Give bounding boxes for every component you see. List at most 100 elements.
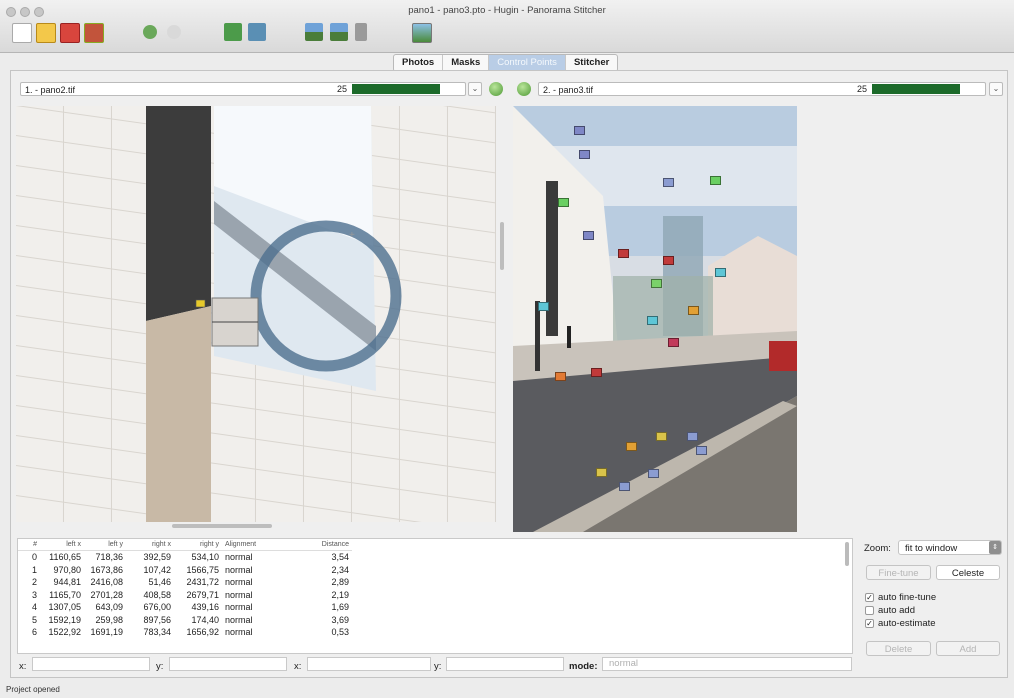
col-right-x[interactable]: right x [126, 539, 174, 551]
fast-preview-icon[interactable] [330, 23, 348, 41]
cell: normal [225, 577, 253, 588]
cell: 51,46 [148, 577, 171, 588]
images-icon[interactable] [248, 23, 266, 41]
zoom-value: fit to window [905, 543, 958, 554]
zoom-select[interactable]: fit to window ⇕ [898, 540, 1002, 555]
cell: 5 [31, 614, 37, 625]
tab-photos[interactable]: Photos [394, 55, 444, 71]
save-as-icon[interactable] [84, 23, 104, 43]
cell: 1656,92 [186, 627, 219, 638]
cell: 1522,92 [48, 627, 81, 638]
right-dropdown-button[interactable]: ⌄ [989, 82, 1003, 96]
cell: 2,89 [331, 577, 349, 588]
delete-button[interactable]: Delete [866, 641, 931, 656]
left-photo: + [16, 106, 496, 522]
col-alignment[interactable]: Alignment [222, 539, 304, 551]
cell: 0,53 [331, 627, 349, 638]
right-y-input[interactable] [446, 657, 564, 671]
col-distance[interactable]: Distance [304, 539, 352, 551]
new-project-icon[interactable] [12, 23, 32, 43]
left-x-label: x: [19, 661, 27, 672]
cell: 1165,70 [49, 589, 81, 600]
col-left-y[interactable]: left y [84, 539, 126, 551]
cell: 2,34 [331, 564, 349, 575]
left-x-input[interactable] [32, 657, 150, 671]
cell: 534,10 [191, 552, 219, 563]
table-row[interactable]: 2 944,81 2416,08 51,46 2431,72 normal 2,… [18, 576, 352, 589]
add-button[interactable]: Add [936, 641, 1000, 656]
layout-icon[interactable] [355, 23, 367, 41]
assistant-icon[interactable] [224, 23, 242, 41]
control-point-table[interactable]: # left x left y right x right y Alignmen… [17, 538, 853, 654]
right-image-view[interactable] [513, 106, 797, 532]
table-header-row: # left x left y right x right y Alignmen… [18, 539, 352, 551]
fine-tune-button[interactable]: Fine-tune [866, 565, 931, 580]
cell: 944,81 [53, 577, 81, 588]
table-row[interactable]: 4 1307,05 643,09 676,00 439,16 normal 1,… [18, 601, 352, 614]
mode-select[interactable]: normal [602, 657, 852, 671]
tab-stitcher[interactable]: Stitcher [566, 55, 617, 71]
auto-fine-tune-checkbox[interactable]: ✓ [865, 593, 874, 602]
cell: 1 [31, 564, 37, 575]
table-row[interactable]: 3 1165,70 2701,28 408,58 2679,71 normal … [18, 589, 352, 602]
svg-text:+: + [349, 230, 355, 241]
cell: 3,54 [331, 552, 349, 563]
window-title: pano1 - pano3.pto - Hugin - Panorama Sti… [408, 5, 606, 16]
cell: normal [225, 627, 253, 638]
next-image-button[interactable] [517, 82, 531, 96]
vertical-scrollbar[interactable] [500, 222, 504, 270]
cell: 1566,75 [186, 564, 219, 575]
title-bar: pano1 - pano3.pto - Hugin - Panorama Sti… [0, 0, 1014, 53]
col-index[interactable]: # [18, 539, 40, 551]
table-row[interactable]: 6 1522,92 1691,19 783,34 1656,92 normal … [18, 626, 352, 639]
cell: 1,69 [331, 602, 349, 613]
cell: 107,42 [143, 564, 171, 575]
right-x-input[interactable] [307, 657, 431, 671]
left-y-label: y: [156, 661, 164, 672]
tab-control-points[interactable]: Control Points [489, 55, 566, 71]
cell: 0 [31, 552, 37, 563]
cell: 2679,71 [186, 589, 219, 600]
cell: normal [225, 589, 253, 600]
col-left-x[interactable]: left x [40, 539, 84, 551]
table-row[interactable]: 5 1592,19 259,98 897,56 174,40 normal 3,… [18, 614, 352, 627]
previous-image-button[interactable] [489, 82, 503, 96]
horizontal-scrollbar[interactable] [172, 524, 272, 528]
auto-estimate-checkbox[interactable]: ✓ [865, 619, 874, 628]
cell: 3 [31, 589, 37, 600]
table-row[interactable]: 0 1160,65 718,36 392,59 534,10 normal 3,… [18, 551, 352, 564]
left-dropdown-button[interactable]: ⌄ [468, 82, 482, 96]
cell: 1592,19 [48, 614, 81, 625]
preview-icon[interactable] [305, 23, 323, 41]
status-bar-text: Project opened [6, 685, 60, 694]
chevron-updown-icon: ⇕ [989, 541, 1001, 554]
redo-icon[interactable] [167, 25, 181, 39]
cell: 643,09 [95, 602, 123, 613]
cell: 4 [31, 602, 37, 613]
delete-celeste-button[interactable]: Celeste [936, 565, 1000, 580]
cell: 970,80 [53, 564, 81, 575]
cell: 3,69 [331, 614, 349, 625]
right-y-label: y: [434, 661, 442, 672]
undo-icon[interactable] [143, 25, 157, 39]
cell: normal [225, 552, 253, 563]
cell: 1691,19 [90, 627, 123, 638]
cell: 2701,28 [90, 589, 123, 600]
save-icon[interactable] [60, 23, 80, 43]
cell: 392,59 [143, 552, 171, 563]
left-y-input[interactable] [169, 657, 287, 671]
right-x-label: x: [294, 661, 302, 672]
cell: normal [225, 602, 253, 613]
table-scrollbar[interactable] [845, 542, 849, 566]
left-image-view[interactable]: + [16, 106, 496, 522]
table-row[interactable]: 1 970,80 1673,86 107,42 1566,75 normal 2… [18, 564, 352, 577]
auto-add-checkbox[interactable] [865, 606, 874, 615]
open-project-icon[interactable] [36, 23, 56, 43]
mode-value: normal [609, 658, 639, 669]
left-image-progress [352, 84, 440, 94]
cell: 259,98 [95, 614, 123, 625]
optimize-icon[interactable] [412, 23, 432, 43]
cell: 2,19 [331, 589, 349, 600]
col-right-y[interactable]: right y [174, 539, 222, 551]
tab-masks[interactable]: Masks [443, 55, 490, 71]
